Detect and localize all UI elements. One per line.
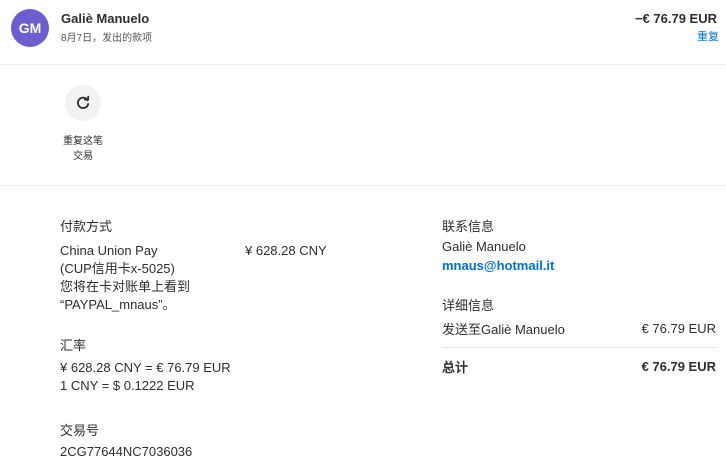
action-circle[interactable] [65, 85, 101, 121]
payment-amount: ¥ 628.28 CNY [245, 243, 327, 258]
payment-method-heading: 付款方式 [60, 219, 113, 234]
divider [0, 64, 726, 65]
repeat-link[interactable]: 重复 [697, 28, 719, 44]
total-amount: € 76.79 EUR [641, 359, 716, 374]
refresh-icon [77, 95, 90, 109]
payee-name: Galiè Manuelo [61, 11, 150, 26]
repeat-label-line1: 重复这笔 [63, 136, 103, 147]
sent-to-amount: € 76.79 EUR [641, 321, 716, 336]
payment-method-line1: China Union Pay [60, 243, 158, 258]
contact-heading: 联系信息 [442, 219, 495, 234]
repeat-label-line2: 交易 [73, 151, 93, 162]
details-heading: 详细信息 [442, 298, 495, 313]
transaction-amount: −€ 76.79 EUR [634, 11, 717, 26]
transaction-id: 2CG77644NC7036036 [60, 444, 193, 459]
contact-email-link[interactable]: mnaus@hotmail.it [442, 258, 554, 273]
exchange-rate-heading: 汇率 [60, 338, 87, 353]
transaction-id-heading: 交易号 [60, 423, 100, 438]
sent-to-label: 发送至Galiè Manuelo [442, 322, 565, 337]
contact-name: Galiè Manuelo [442, 239, 526, 254]
transaction-header: GM Galiè Manuelo 8月7日，发出的款项 −€ 76.79 EUR… [0, 0, 726, 64]
total-label: 总计 [442, 360, 469, 375]
transaction-date: 8月7日，发出的款项 [61, 33, 153, 44]
divider [0, 185, 726, 186]
divider [442, 347, 716, 348]
payment-method-line3: 您将在卡对账单上看到 [60, 279, 191, 294]
payment-method-line4: “PAYPAL_mnaus”。 [60, 297, 176, 312]
repeat-transaction-button[interactable]: 重复这笔 交易 [60, 85, 106, 164]
payment-method-line2: (CUP信用卡x-5025) [60, 261, 175, 276]
avatar: GM [11, 9, 49, 47]
exchange-rate-line2: 1 CNY = $ 0.1222 EUR [60, 378, 195, 393]
exchange-rate-line1: ¥ 628.28 CNY = € 76.79 EUR [60, 360, 231, 375]
repeat-transaction-label: 重复这笔 交易 [60, 134, 106, 164]
